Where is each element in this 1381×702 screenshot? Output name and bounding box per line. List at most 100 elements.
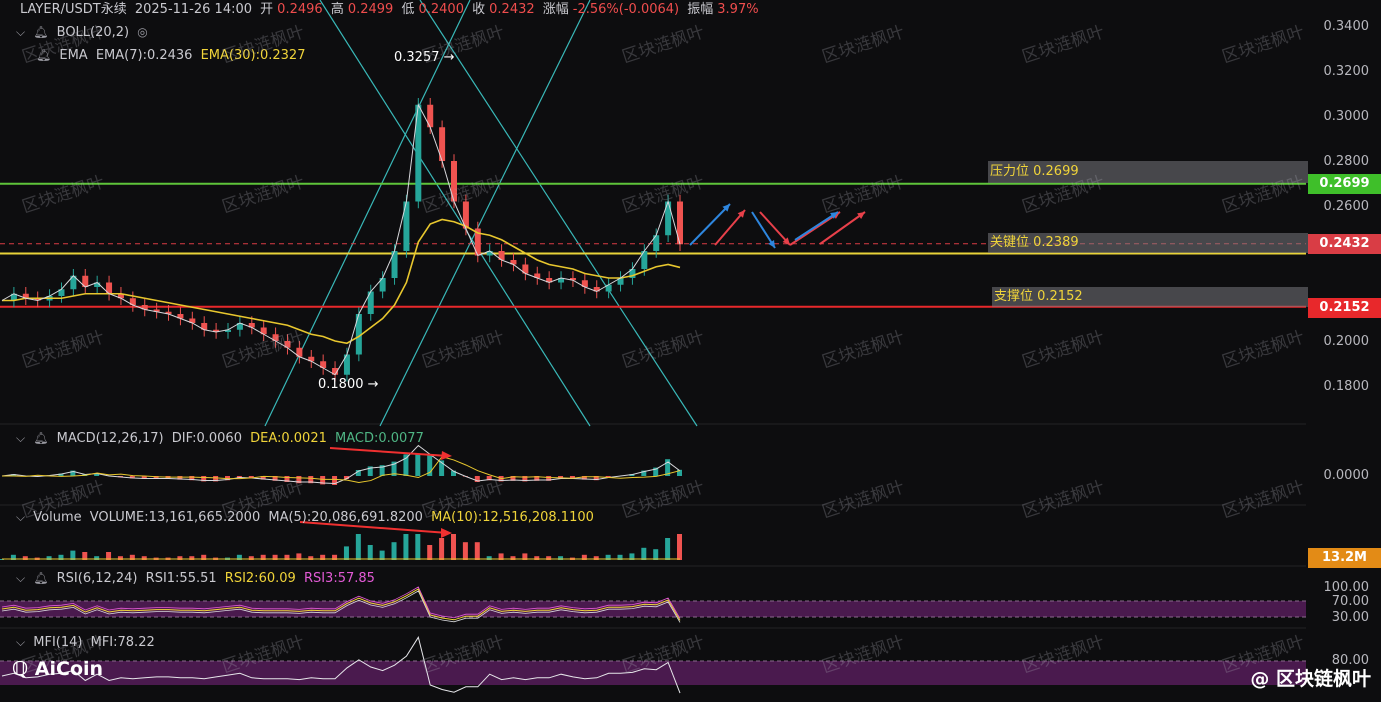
forecast-arrow (689, 203, 731, 246)
amp-value: 3.97% (717, 2, 759, 17)
close-value: 0.2432 (489, 2, 535, 17)
axis-tick: 0.2800 (1323, 154, 1370, 169)
volume-annotation-arrowhead (441, 528, 452, 538)
volume-label: Volume (33, 510, 82, 525)
volume-bar (403, 534, 409, 560)
volume-bar (391, 542, 397, 560)
collapse-chevron-icon[interactable]: ⌵ (16, 509, 25, 525)
volume-tag: 13.2M (1308, 548, 1381, 568)
rsi2-value: RSI2:60.09 (224, 571, 296, 586)
volume-bar (665, 538, 671, 560)
ema-label: EMA (59, 48, 88, 63)
support-label: 支撑位 0.2152 (992, 287, 1308, 307)
dif-value: DIF:0.0060 (171, 431, 242, 446)
bell-icon[interactable]: 🔔︎ (33, 430, 48, 446)
symbol-label[interactable]: LAYER/USDT永续 (20, 2, 127, 17)
macd-bar (415, 454, 421, 476)
axis-tick: 0.1800 (1323, 379, 1370, 394)
ema7-line (1, 103, 681, 376)
volume-bar (367, 545, 373, 560)
rsi-axis-tick: 70.00 (1331, 594, 1369, 609)
volume-bar (641, 547, 647, 560)
ema30-line (2, 218, 681, 345)
chart-stage: LAYER/USDT永续 2025-11-26 14:00 开 0.2496 高0… (0, 0, 1381, 702)
close-label: 收 (472, 2, 486, 17)
open-value: 0.2496 (277, 2, 323, 17)
bell-icon[interactable]: 🔔︎ (36, 47, 51, 63)
rsi-axis-tick: 30.00 (1331, 610, 1369, 625)
peak-value: 0.3257 (394, 50, 440, 65)
boll-legend[interactable]: ⌵ 🔔︎ BOLL(20,2) ◎ (16, 24, 152, 41)
trend-channel-line (319, 0, 591, 427)
rsi-axis-tick: 100.00 (1323, 580, 1370, 595)
macd-legend[interactable]: ⌵ 🔔︎ MACD(12,26,17) DIF:0.0060 DEA:0.002… (16, 430, 428, 447)
open-label: 开 (260, 2, 274, 17)
macd-label: MACD(12,26,17) (56, 431, 164, 446)
ema-legend[interactable]: 🔔︎ EMA EMA(7):0.2436 EMA(30):0.2327 (36, 47, 309, 64)
macd-bar (403, 454, 409, 476)
volume-value: VOLUME:13,161,665.2000 (89, 510, 261, 525)
forecast-arrow (819, 211, 866, 245)
change-label: 涨幅 (542, 2, 569, 17)
change-value: -2.56%(-0.0064) (572, 2, 680, 17)
author-credit: @ 区块链枫叶 (1250, 668, 1371, 690)
collapse-chevron-icon[interactable]: ⌵ (16, 24, 25, 40)
volume-bar (415, 534, 421, 560)
datetime-label: 2025-11-26 14:00 (134, 2, 253, 17)
mfi-legend[interactable]: ⌵ MFI(14) MFI:78.22 (16, 634, 159, 651)
volume-bar (677, 534, 682, 560)
rsi-legend[interactable]: ⌵ 🔔︎ RSI(6,12,24) RSI1:55.51 RSI2:60.09 … (16, 570, 379, 587)
rsi-band (0, 601, 1306, 617)
volume-bar (427, 545, 433, 560)
axis-tick: 0.2600 (1323, 199, 1370, 214)
macd-annotation-arrow (329, 447, 449, 457)
macd-axis-tick: 0.0000 (1323, 468, 1370, 483)
low-label: 低 (401, 2, 415, 17)
bell-icon[interactable]: 🔔︎ (33, 570, 48, 586)
mfi-value: MFI:78.22 (90, 635, 155, 650)
axis-tick: 0.3400 (1323, 19, 1370, 34)
ema7-value: EMA(7):0.2436 (95, 48, 193, 63)
rsi-label: RSI(6,12,24) (56, 571, 138, 586)
mfi-label: MFI(14) (33, 635, 83, 650)
bell-icon[interactable]: 🔔︎ (33, 24, 48, 40)
volume-bar (343, 546, 349, 560)
volume-bar (462, 542, 468, 560)
current-price-tag: 0.2432 (1308, 234, 1381, 254)
logo-icon: ℚ (12, 658, 29, 680)
low-value: 0.2400 (418, 2, 464, 17)
collapse-chevron-icon[interactable]: ⌵ (16, 570, 25, 586)
amp-label: 振幅 (687, 2, 714, 17)
ma5-value: MA(5):20,086,691.8200 (268, 510, 423, 525)
price-chart (0, 0, 1306, 694)
volume-legend[interactable]: ⌵ Volume VOLUME:13,161,665.2000 MA(5):20… (16, 509, 598, 526)
collapse-chevron-icon[interactable]: ⌵ (16, 430, 25, 446)
eye-icon[interactable]: ◎ (137, 24, 147, 40)
high-value: 0.2499 (347, 2, 394, 17)
mfi-band (0, 661, 1306, 685)
support-price-tag: 0.2152 (1308, 298, 1381, 318)
boll-label: BOLL(20,2) (56, 25, 130, 40)
aicoin-logo: ℚ AiCoin (12, 658, 103, 680)
axis-tick: 0.3200 (1323, 64, 1370, 79)
volume-bar (451, 534, 456, 560)
volume-bar (653, 549, 659, 560)
rsi3-value: RSI3:57.85 (303, 571, 375, 586)
high-label: 高 (330, 2, 344, 17)
dea-value: DEA:0.0021 (250, 431, 327, 446)
forecast-arrow (789, 211, 841, 246)
ohlc-header: LAYER/USDT永续 2025-11-26 14:00 开 0.2496 高0… (20, 2, 763, 18)
volume-bar (439, 538, 445, 560)
resistance-label: 压力位 0.2699 (988, 161, 1308, 183)
axis-tick: 0.2000 (1323, 334, 1370, 349)
key-level-label: 关键位 0.2389 (988, 233, 1308, 253)
bottom-label: 0.1800 → (318, 377, 379, 392)
volume-bar (474, 542, 480, 560)
macd-value: MACD:0.0077 (335, 431, 424, 446)
resistance-price-tag: 0.2699 (1308, 174, 1381, 194)
bottom-value: 0.1800 (318, 377, 364, 392)
ma10-value: MA(10):12,516,208.1100 (431, 510, 594, 525)
collapse-chevron-icon[interactable]: ⌵ (16, 634, 25, 650)
axis-tick: 0.3000 (1323, 109, 1370, 124)
logo-text: AiCoin (34, 658, 104, 680)
